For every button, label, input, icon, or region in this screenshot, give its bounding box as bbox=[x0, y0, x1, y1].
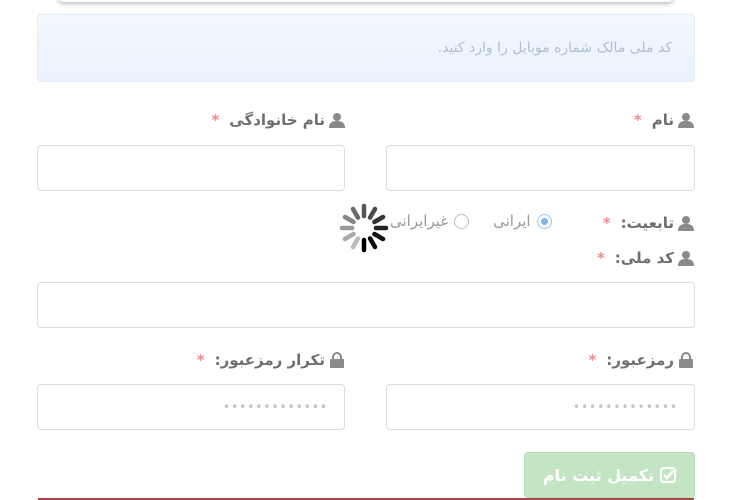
national-code-label: کد ملی: * bbox=[597, 249, 694, 267]
last-name-input[interactable] bbox=[37, 145, 345, 191]
nationality-label: تابعیت: * bbox=[603, 214, 694, 232]
password-label: رمزعبور: * bbox=[588, 351, 694, 369]
radio-iranian-label[interactable]: ایرانی bbox=[493, 212, 530, 230]
password-input[interactable]: ••••••••••••• bbox=[386, 384, 695, 430]
required-mark: * bbox=[596, 249, 605, 267]
alert-text: کد ملی مالک شماره موبایل را وارد کنید. bbox=[437, 40, 672, 56]
nationality-radio-group: ایرانی غیرایرانی bbox=[390, 212, 552, 230]
user-icon bbox=[678, 215, 694, 231]
top-panel-edge bbox=[58, 0, 674, 2]
last-name-label: نام خانوادگی * bbox=[211, 111, 345, 129]
loading-spinner-icon bbox=[339, 203, 389, 253]
user-icon bbox=[329, 112, 345, 128]
info-alert: کد ملی مالک شماره موبایل را وارد کنید. bbox=[37, 14, 695, 82]
national-code-input[interactable] bbox=[37, 282, 695, 328]
required-mark: * bbox=[588, 351, 597, 369]
first-name-label: نام * bbox=[634, 111, 694, 129]
password-confirm-input[interactable]: ••••••••••••• bbox=[37, 384, 345, 430]
password-confirm-label: تکرار رمزعبور: * bbox=[197, 351, 345, 369]
required-mark: * bbox=[633, 111, 642, 129]
check-square-icon bbox=[660, 467, 677, 483]
radio-non-iranian-label[interactable]: غیرایرانی bbox=[390, 212, 448, 230]
user-icon bbox=[678, 250, 694, 266]
user-icon bbox=[678, 112, 694, 128]
radio-non-iranian[interactable] bbox=[454, 213, 470, 229]
required-mark: * bbox=[602, 214, 611, 232]
first-name-input[interactable] bbox=[386, 145, 695, 191]
lock-icon bbox=[329, 352, 345, 368]
radio-iranian[interactable] bbox=[536, 213, 552, 229]
required-mark: * bbox=[196, 351, 205, 369]
required-mark: * bbox=[211, 111, 220, 129]
complete-registration-button[interactable]: تکمیل ثبت نام bbox=[524, 452, 695, 498]
lock-icon bbox=[678, 352, 694, 368]
